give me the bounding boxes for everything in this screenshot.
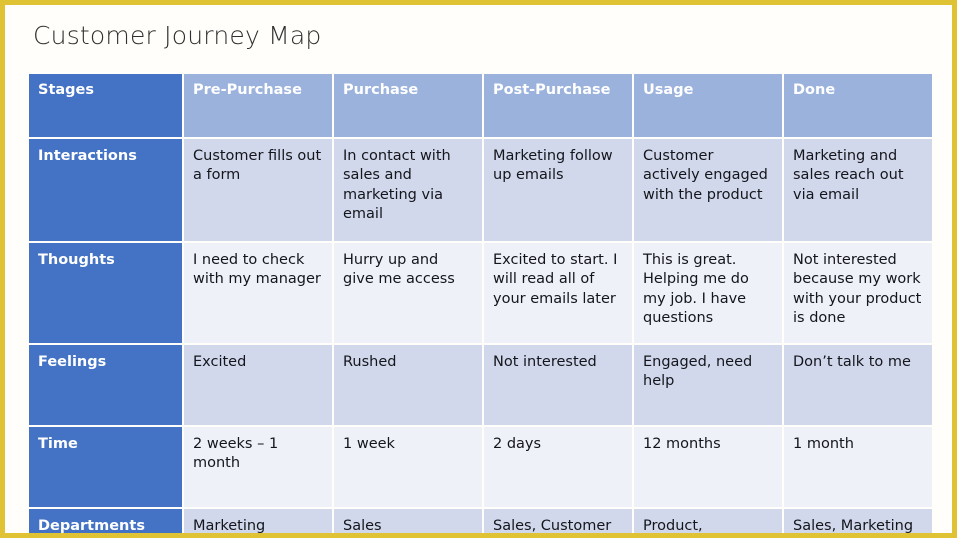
- column-header-usage: Usage: [634, 74, 782, 137]
- cell-departments-purchase: Sales: [334, 509, 482, 533]
- table-row: Time 2 weeks – 1 month 1 week 2 days 12 …: [29, 427, 932, 507]
- column-header-post-purchase: Post-Purchase: [484, 74, 632, 137]
- table-header-row: Stages Pre-Purchase Purchase Post-Purcha…: [29, 74, 932, 137]
- cell-feelings-usage: Engaged, need help: [634, 345, 782, 425]
- column-header-stages: Stages: [29, 74, 182, 137]
- slide-content-area: Customer Journey Map Stages Pre-Purchase…: [5, 5, 952, 533]
- page-title: Customer Journey Map: [33, 21, 322, 50]
- cell-thoughts-purchase: Hurry up and give me access: [334, 243, 482, 343]
- cell-interactions-usage: Customer actively engaged with the produ…: [634, 139, 782, 241]
- row-label-departments-text: Departments: [38, 518, 145, 534]
- cell-thoughts-usage: This is great. Helping me do my job. I h…: [634, 243, 782, 343]
- row-label-thoughts: Thoughts: [29, 243, 182, 343]
- row-label-feelings: Feelings: [29, 345, 182, 425]
- customer-journey-table: Stages Pre-Purchase Purchase Post-Purcha…: [27, 72, 934, 534]
- cell-thoughts-done: Not interested because my work with your…: [784, 243, 932, 343]
- cell-interactions-pre-purchase: Customer fills out a form: [184, 139, 332, 241]
- table-row: Interactions Customer fills out a form I…: [29, 139, 932, 241]
- cell-time-purchase: 1 week: [334, 427, 482, 507]
- row-label-departments: Departments www.heritagechristiancollege…: [29, 509, 182, 534]
- table-row: Departments www.heritagechristiancollege…: [29, 509, 932, 534]
- slide-canvas: Customer Journey Map Stages Pre-Purchase…: [0, 0, 957, 538]
- cell-time-post-purchase: 2 days: [484, 427, 632, 507]
- column-header-pre-purchase: Pre-Purchase: [184, 74, 332, 137]
- cell-feelings-purchase: Rushed: [334, 345, 482, 425]
- cell-departments-pre-purchase: Marketing: [184, 509, 332, 533]
- cell-feelings-done: Don’t talk to me: [784, 345, 932, 425]
- cell-departments-done: Sales, Marketing: [784, 509, 932, 533]
- cell-thoughts-post-purchase: Excited to start. I will read all of you…: [484, 243, 632, 343]
- row-label-interactions: Interactions: [29, 139, 182, 241]
- cell-feelings-pre-purchase: Excited: [184, 345, 332, 425]
- cell-departments-usage: Product, Customer Service: [634, 509, 782, 533]
- table-row: Thoughts I need to check with my manager…: [29, 243, 932, 343]
- cell-departments-post-purchase: Sales, Customer Service: [484, 509, 632, 533]
- cell-time-pre-purchase: 2 weeks – 1 month: [184, 427, 332, 507]
- cell-feelings-post-purchase: Not interested: [484, 345, 632, 425]
- cell-interactions-done: Marketing and sales reach out via email: [784, 139, 932, 241]
- column-header-purchase: Purchase: [334, 74, 482, 137]
- cell-interactions-purchase: In contact with sales and marketing via …: [334, 139, 482, 241]
- cell-interactions-post-purchase: Marketing follow up emails: [484, 139, 632, 241]
- cell-time-usage: 12 months: [634, 427, 782, 507]
- cell-time-done: 1 month: [784, 427, 932, 507]
- table-row: Feelings Excited Rushed Not interested E…: [29, 345, 932, 425]
- row-label-time: Time: [29, 427, 182, 507]
- cell-thoughts-pre-purchase: I need to check with my manager: [184, 243, 332, 343]
- column-header-done: Done: [784, 74, 932, 137]
